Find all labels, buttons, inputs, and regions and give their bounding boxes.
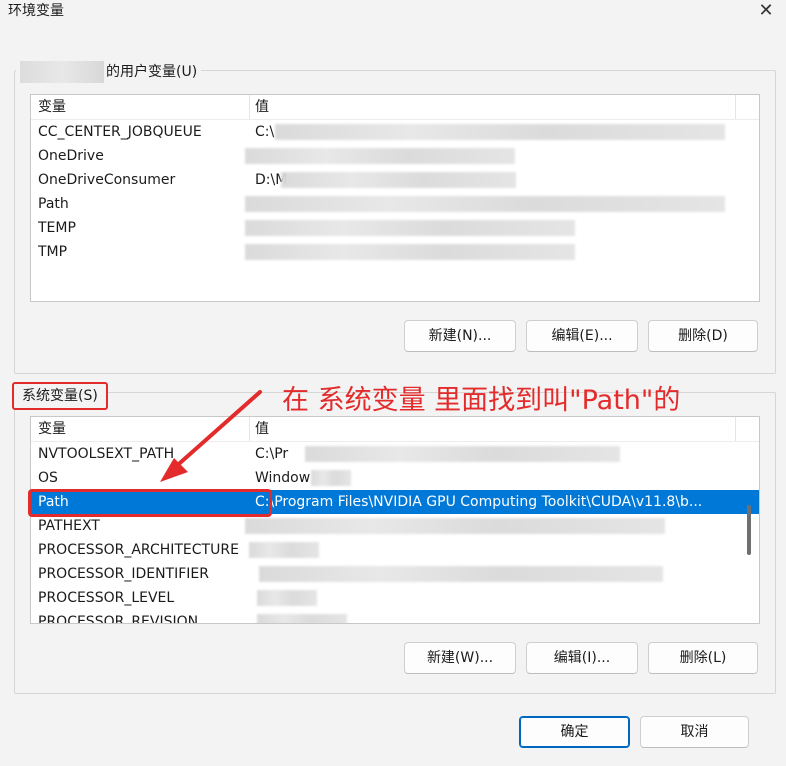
- table-row[interactable]: NVTOOLSEXT_PATH C:\Pr: [31, 442, 759, 466]
- redacted-value: [245, 196, 725, 212]
- redacted-value: [257, 614, 347, 623]
- redacted-value: [259, 566, 663, 582]
- ok-button[interactable]: 确定: [519, 716, 630, 748]
- redacted-value: [245, 244, 575, 260]
- column-header-variable[interactable]: 变量: [38, 95, 66, 119]
- system-delete-button[interactable]: 删除(L): [648, 642, 758, 674]
- window-title: 环境变量: [8, 3, 64, 19]
- variable-name: OneDrive: [38, 148, 104, 164]
- column-divider: [735, 95, 736, 119]
- variable-name: OS: [38, 470, 58, 486]
- list-header: 变量 值: [31, 95, 759, 120]
- variable-name: PATHEXT: [38, 518, 100, 534]
- redacted-value: [305, 446, 620, 462]
- user-variables-list[interactable]: 变量 值 CC_CENTER_JOBQUEUE C:\ OneDrive One…: [30, 94, 760, 302]
- variable-name: TEMP: [38, 220, 76, 236]
- list-header: 变量 值: [31, 417, 759, 442]
- table-row[interactable]: CC_CENTER_JOBQUEUE C:\: [31, 120, 759, 144]
- column-divider: [735, 417, 736, 441]
- column-header-value[interactable]: 值: [255, 95, 269, 119]
- close-icon[interactable]: ✕: [754, 0, 778, 24]
- system-edit-button[interactable]: 编辑(I)...: [526, 642, 638, 674]
- table-row[interactable]: TEMP: [31, 216, 759, 240]
- table-row[interactable]: PATHEXT: [31, 514, 759, 538]
- system-variables-legend: 系统变量(S): [12, 382, 108, 410]
- user-variables-label: 的用户变量(U): [106, 64, 198, 80]
- redacted-value: [275, 124, 725, 140]
- variable-name: CC_CENTER_JOBQUEUE: [38, 124, 202, 140]
- scrollbar-thumb[interactable]: [747, 505, 751, 555]
- table-row[interactable]: PROCESSOR_LEVEL: [31, 586, 759, 610]
- variable-name: Path: [38, 196, 69, 212]
- table-row[interactable]: PROCESSOR_IDENTIFIER: [31, 562, 759, 586]
- redacted-value: [311, 470, 351, 486]
- redacted-username: [20, 61, 104, 83]
- table-row[interactable]: PROCESSOR_REVISION: [31, 610, 759, 624]
- system-new-button[interactable]: 新建(W)...: [404, 642, 516, 674]
- variable-name: PROCESSOR_REVISION: [38, 614, 199, 624]
- column-header-variable[interactable]: 变量: [38, 417, 66, 441]
- column-divider[interactable]: [249, 95, 250, 119]
- user-edit-button[interactable]: 编辑(E)...: [526, 320, 638, 352]
- table-row[interactable]: Path: [31, 192, 759, 216]
- user-new-button[interactable]: 新建(N)...: [404, 320, 516, 352]
- annotation-arrow-icon: [160, 390, 262, 482]
- table-row[interactable]: OneDrive: [31, 144, 759, 168]
- variable-name: PROCESSOR_ARCHITECTURE: [38, 542, 239, 558]
- redacted-value: [245, 148, 515, 164]
- table-row[interactable]: OneDriveConsumer D:\M: [31, 168, 759, 192]
- user-delete-button[interactable]: 删除(D): [648, 320, 758, 352]
- table-row[interactable]: PROCESSOR_ARCHITECTURE: [31, 538, 759, 562]
- variable-name: TMP: [38, 244, 68, 260]
- redacted-value: [281, 172, 516, 188]
- annotation-text: 在 系统变量 里面找到叫"Path"的: [282, 385, 681, 416]
- path-highlight-box: [28, 489, 272, 517]
- redacted-value: [257, 590, 317, 606]
- redacted-value: [249, 542, 319, 558]
- cancel-button[interactable]: 取消: [640, 716, 749, 748]
- redacted-value: [245, 518, 665, 534]
- variable-name: OneDriveConsumer: [38, 172, 176, 188]
- user-variables-legend: 的用户变量(U): [16, 61, 202, 83]
- environment-variables-dialog: 环境变量 ✕ 的用户变量(U) 变量 值 CC_CENTER_JOBQUEUE …: [0, 0, 786, 766]
- system-variables-list[interactable]: 变量 值 NVTOOLSEXT_PATH C:\Pr OS Window Pat…: [30, 416, 760, 624]
- table-row[interactable]: OS Window: [31, 466, 759, 490]
- redacted-value: [245, 220, 575, 236]
- variable-name: PROCESSOR_IDENTIFIER: [38, 566, 209, 582]
- variable-name: PROCESSOR_LEVEL: [38, 590, 175, 606]
- variable-value: C:\Program Files\NVIDIA GPU Computing To…: [255, 494, 703, 510]
- table-row[interactable]: TMP: [31, 240, 759, 264]
